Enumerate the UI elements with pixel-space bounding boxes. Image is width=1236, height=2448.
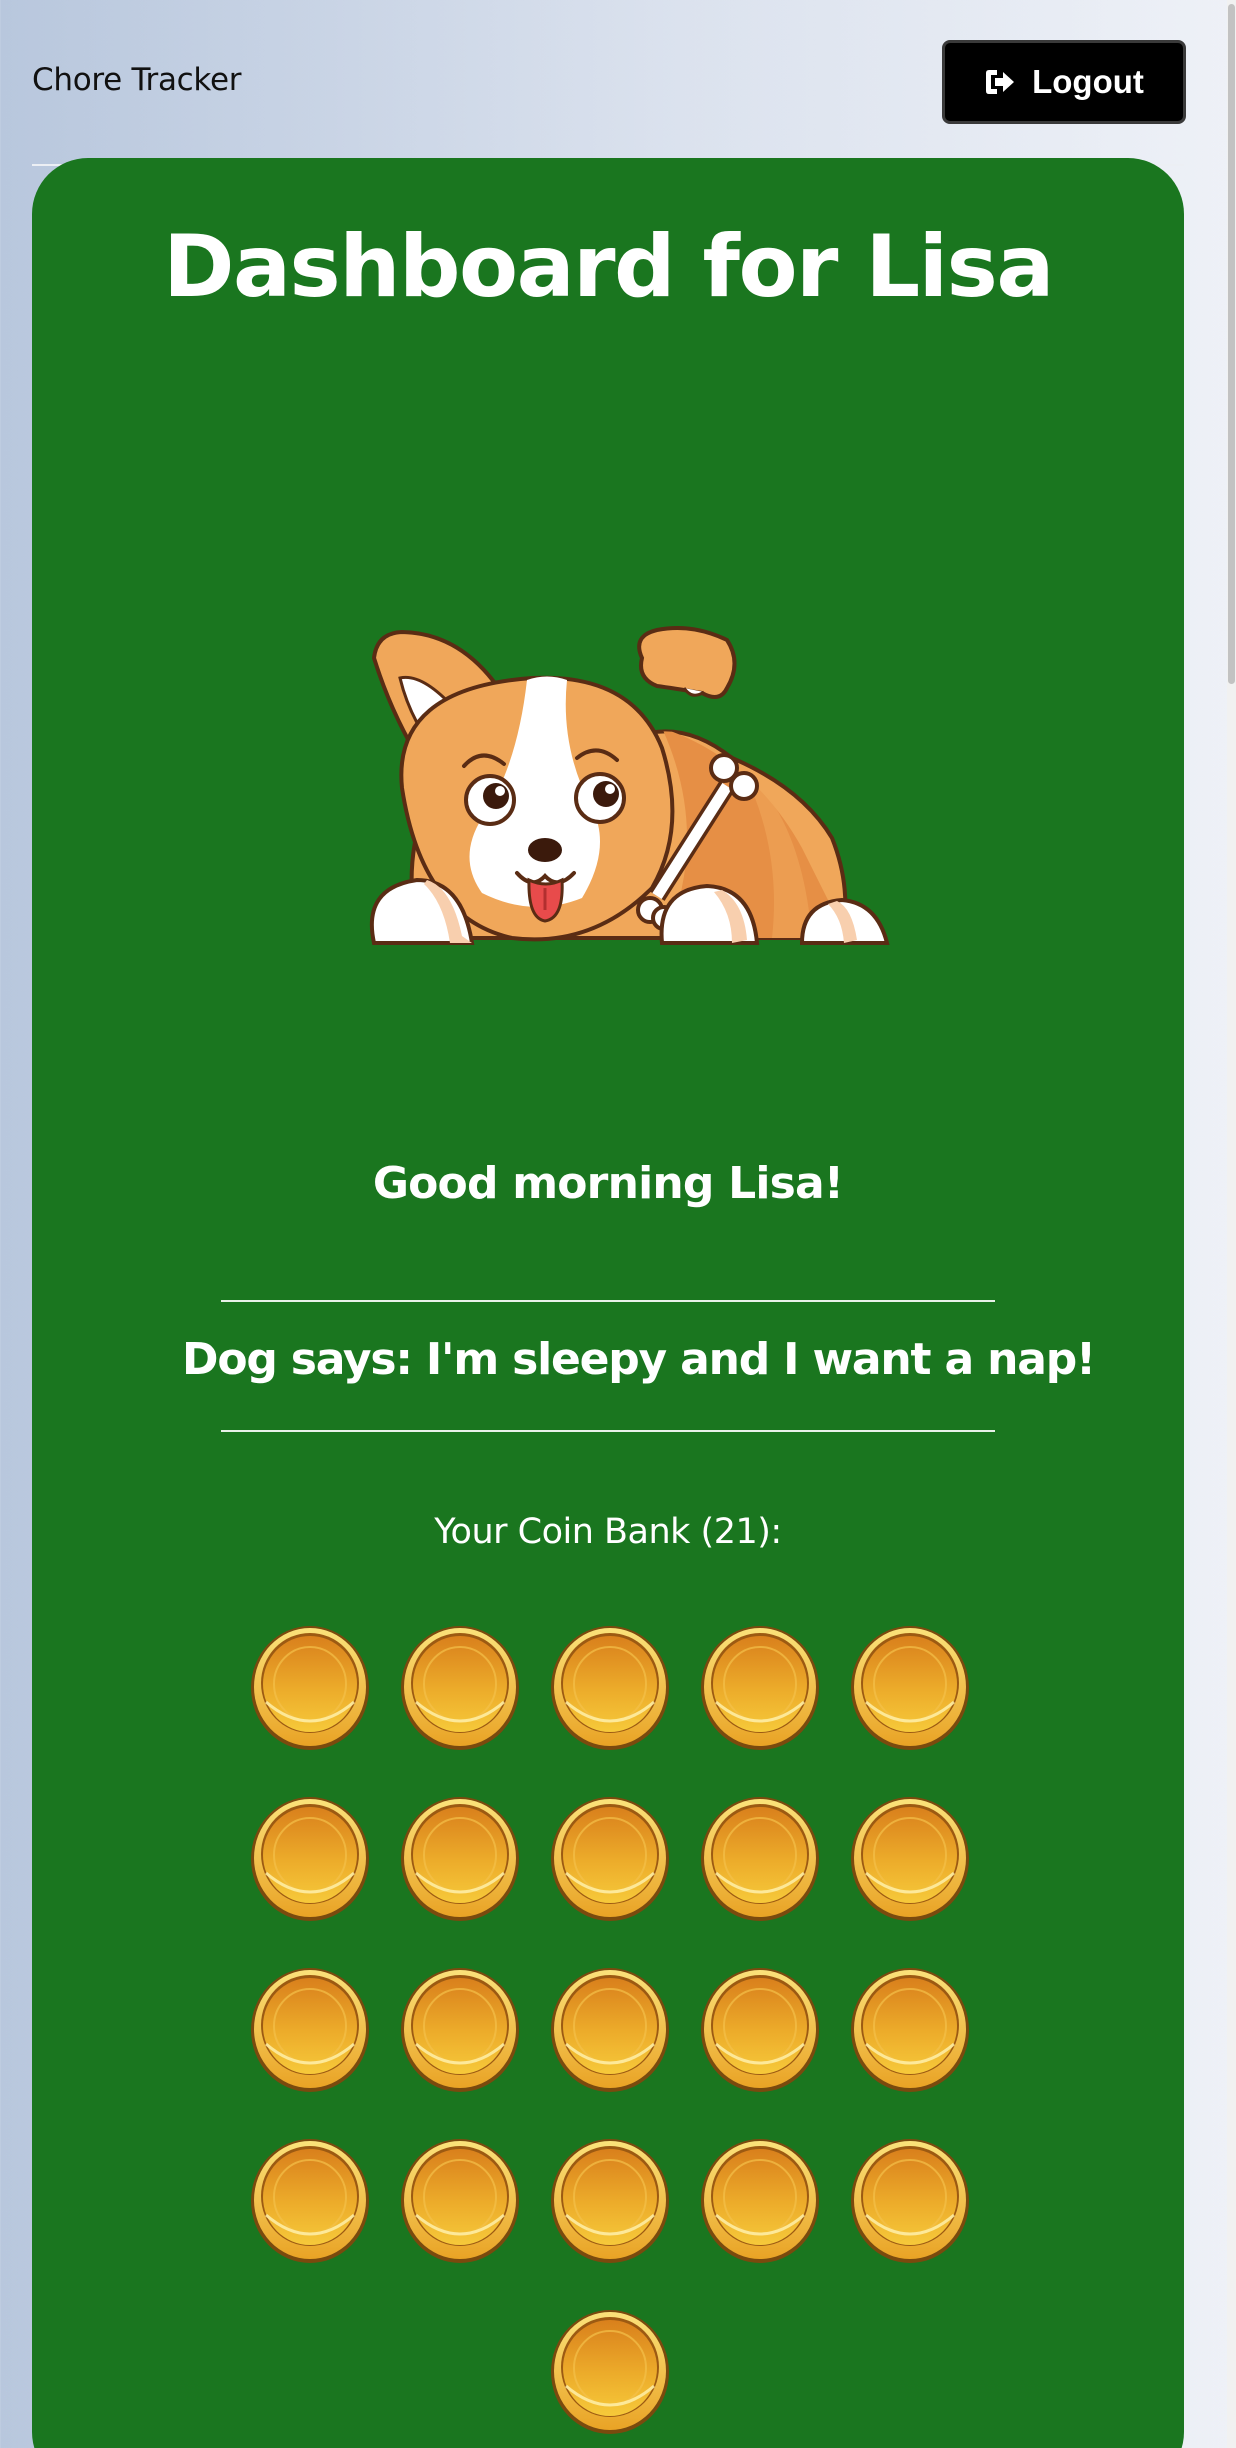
gold-coin-icon bbox=[398, 2135, 522, 2265]
gold-coin-icon bbox=[848, 1964, 972, 2094]
gold-coin-icon bbox=[548, 1622, 672, 1752]
logout-button[interactable]: Logout bbox=[942, 40, 1186, 124]
gold-coin-icon bbox=[698, 1622, 822, 1752]
gold-coin-icon bbox=[248, 2135, 372, 2265]
gold-coin-icon bbox=[848, 1793, 972, 1923]
page-title: Dashboard for Lisa bbox=[163, 217, 1054, 317]
greeting-message: Good morning Lisa! bbox=[372, 1158, 844, 1209]
gold-coin-icon bbox=[248, 1964, 372, 2094]
coin-bank-label: Your Coin Bank (21): bbox=[434, 1512, 782, 1552]
gold-coin-icon bbox=[698, 2135, 822, 2265]
gold-coin-icon bbox=[548, 2306, 672, 2436]
dog-message: Dog says: I'm sleepy and I want a nap! bbox=[182, 1334, 1096, 1385]
divider-bottom bbox=[221, 1430, 995, 1432]
gold-coin-icon bbox=[548, 2135, 672, 2265]
gold-coin-icon bbox=[398, 1964, 522, 2094]
gold-coin-icon bbox=[248, 1793, 372, 1923]
corgi-image bbox=[369, 626, 890, 945]
gold-coin-icon bbox=[848, 1622, 972, 1752]
gold-coin-icon bbox=[848, 2135, 972, 2265]
logout-label: Logout bbox=[1032, 63, 1144, 100]
scrollbar-thumb[interactable] bbox=[1228, 4, 1235, 684]
coin-grid bbox=[32, 158, 1184, 2448]
navbar: Chore Tracker Logout bbox=[32, 0, 1186, 166]
divider-top bbox=[221, 1300, 995, 1302]
gold-coin-icon bbox=[248, 1622, 372, 1752]
gold-coin-icon bbox=[698, 1964, 822, 2094]
app-brand[interactable]: Chore Tracker bbox=[32, 62, 241, 98]
gold-coin-icon bbox=[698, 1793, 822, 1923]
gold-coin-icon bbox=[548, 1793, 672, 1923]
gold-coin-icon bbox=[548, 1964, 672, 2094]
gold-coin-icon bbox=[398, 1793, 522, 1923]
dashboard-card: Dashboard for Lisa Good morning Lisa! Do… bbox=[32, 158, 1184, 2448]
sign-out-icon bbox=[984, 67, 1016, 97]
scrollbar[interactable] bbox=[1227, 0, 1236, 2448]
gold-coin-icon bbox=[398, 1622, 522, 1752]
